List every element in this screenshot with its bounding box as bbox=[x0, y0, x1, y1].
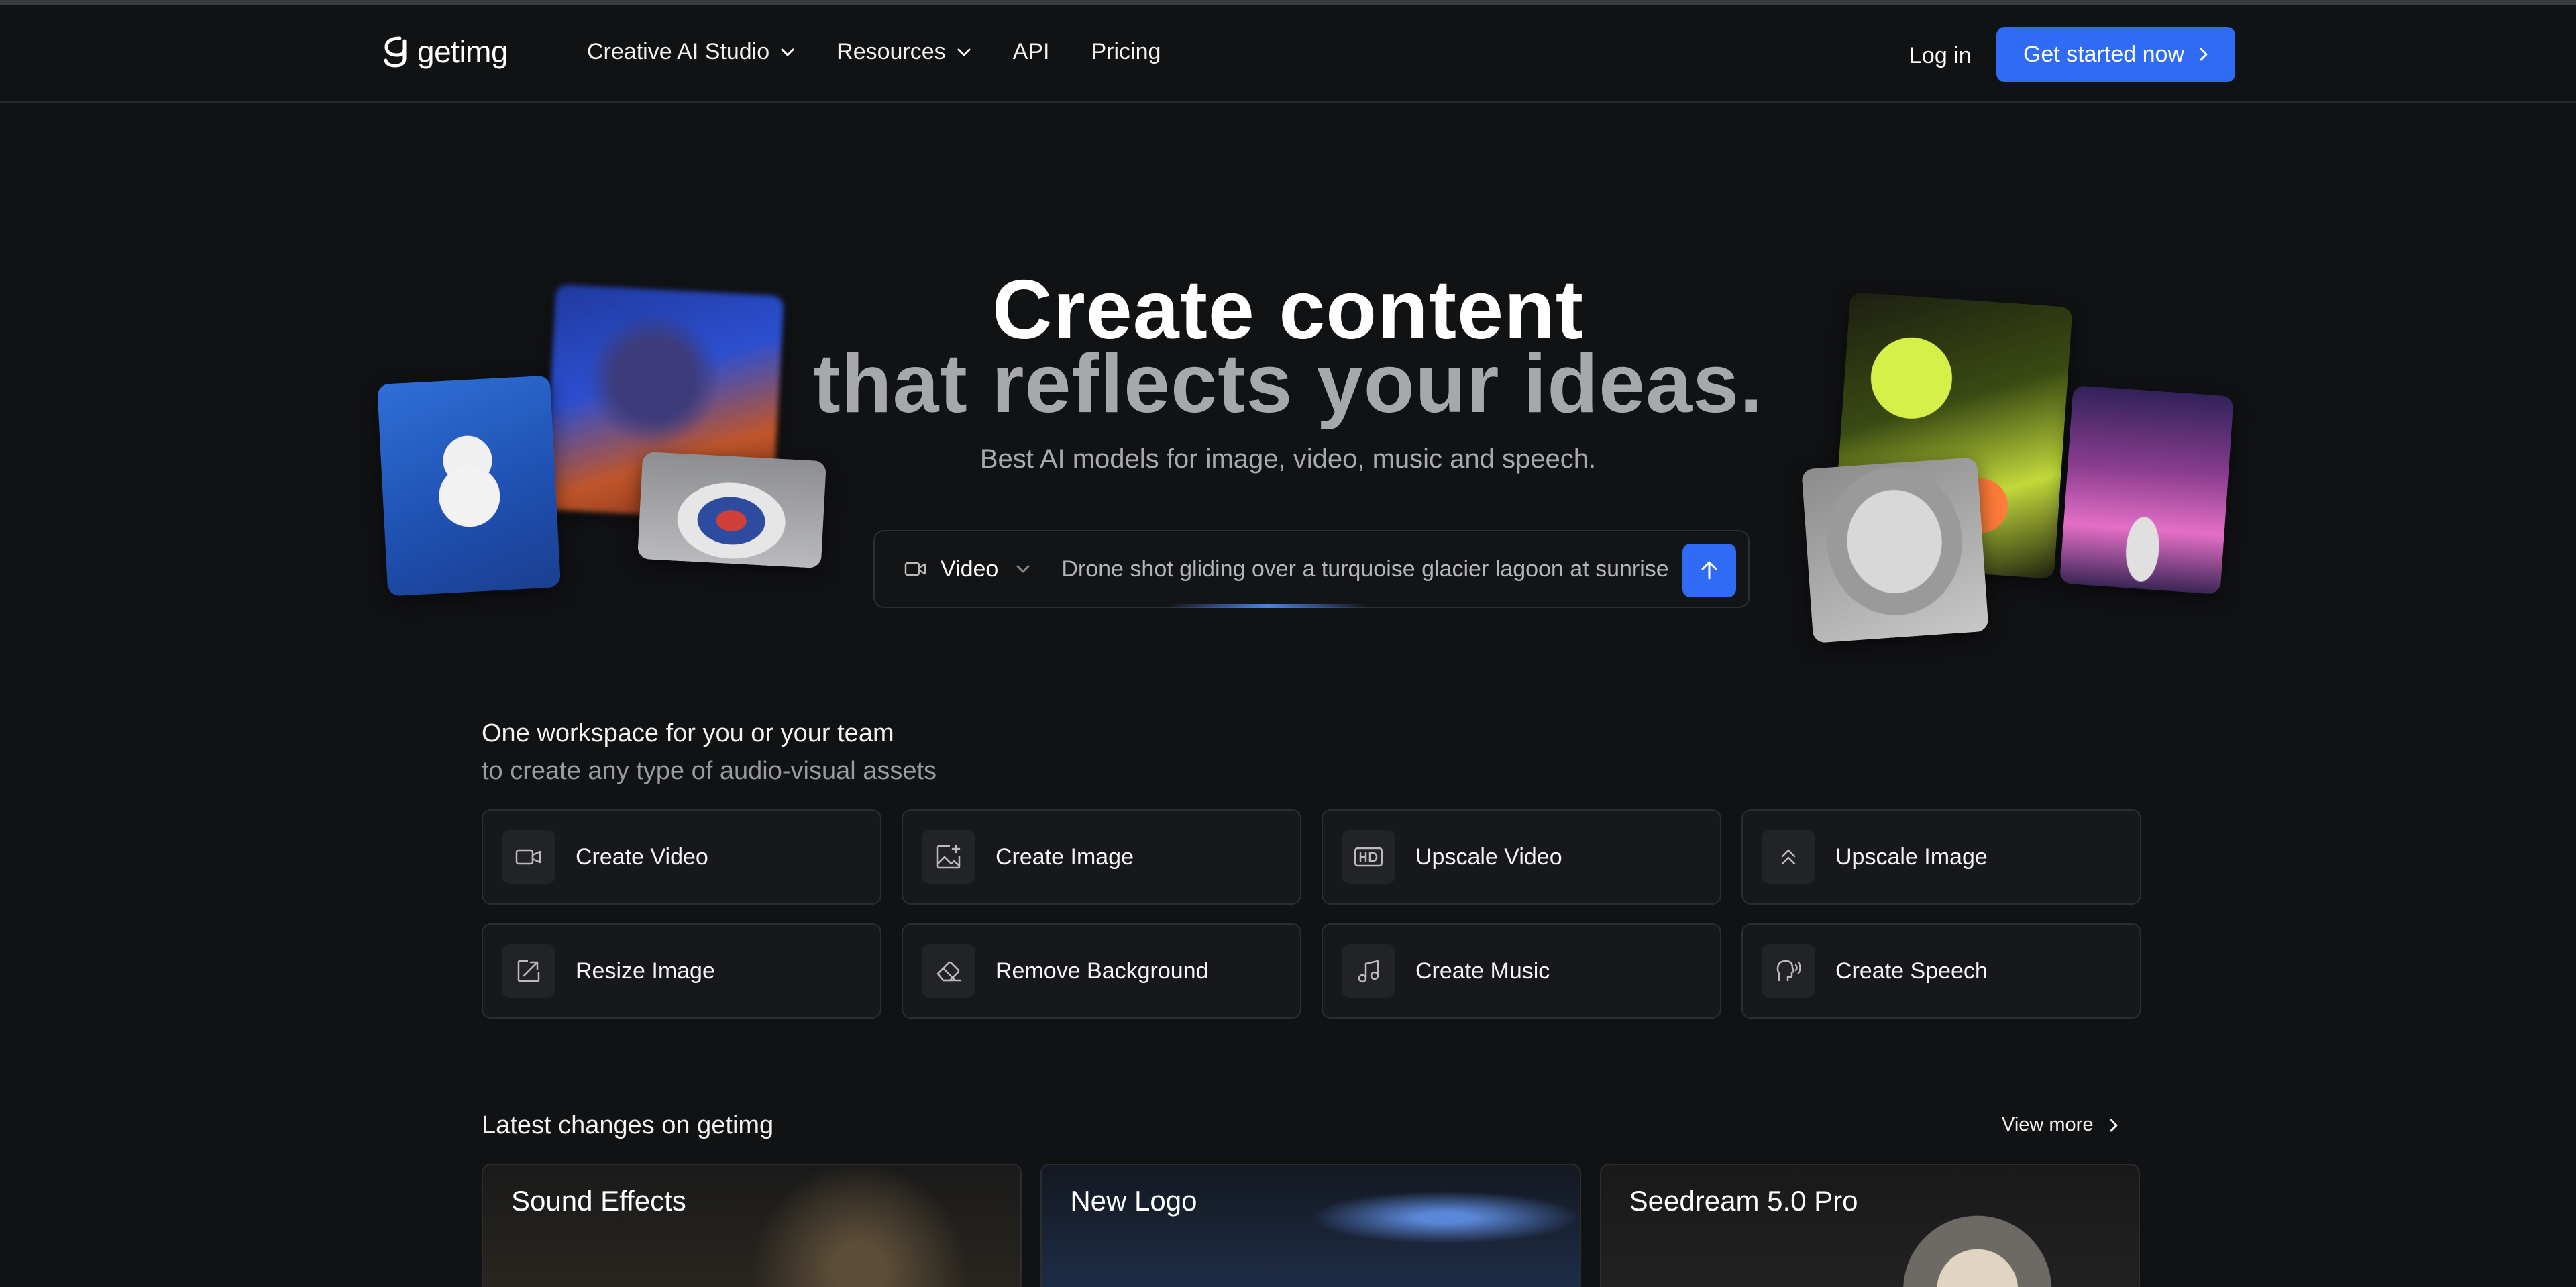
get-started-button[interactable]: Get started now bbox=[1996, 27, 2235, 82]
tool-upscale-image[interactable]: Upscale Image bbox=[1741, 809, 2141, 905]
video-camera-icon bbox=[502, 830, 555, 884]
tool-create-music[interactable]: Create Music bbox=[1322, 923, 1721, 1019]
view-more-link[interactable]: View more bbox=[2002, 1114, 2118, 1136]
image-sparkle-icon bbox=[922, 830, 975, 884]
eraser-icon bbox=[922, 944, 975, 998]
tool-label: Remove Background bbox=[996, 958, 1209, 984]
prompt-bar: Video bbox=[873, 530, 1750, 608]
tool-label: Create Image bbox=[996, 843, 1134, 870]
mode-selector[interactable]: Video bbox=[904, 556, 1030, 582]
tool-upscale-video[interactable]: Upscale Video bbox=[1322, 809, 1721, 905]
nav-link-label: Pricing bbox=[1091, 39, 1161, 64]
hd-icon bbox=[1342, 830, 1395, 884]
tool-remove-background[interactable]: Remove Background bbox=[902, 923, 1301, 1019]
nav-api[interactable]: API bbox=[1013, 39, 1050, 65]
workspace-heading: One workspace for you or your team bbox=[482, 719, 894, 748]
tool-label: Create Speech bbox=[1835, 958, 1988, 984]
tool-create-video[interactable]: Create Video bbox=[482, 809, 881, 905]
nav-resources[interactable]: Resources bbox=[837, 39, 971, 65]
mode-label: Video bbox=[941, 556, 999, 582]
view-more-label: View more bbox=[2002, 1114, 2094, 1135]
nav-link-label: API bbox=[1012, 39, 1050, 64]
video-camera-icon bbox=[904, 562, 926, 576]
nav-creative-ai-studio[interactable]: Creative AI Studio bbox=[587, 39, 795, 65]
prompt-glow bbox=[1167, 604, 1368, 608]
logo[interactable]: getimg bbox=[382, 34, 508, 70]
tool-create-speech[interactable]: Create Speech bbox=[1741, 923, 2141, 1019]
chevron-right-icon bbox=[2110, 1119, 2118, 1131]
chevron-right-icon bbox=[2200, 48, 2208, 61]
latest-card-seedream[interactable]: Seedream 5.0 Pro bbox=[1599, 1164, 2140, 1287]
double-chevron-up-icon bbox=[1762, 830, 1815, 884]
tool-resize-image[interactable]: Resize Image bbox=[482, 923, 881, 1019]
latest-card-sound-effects[interactable]: Sound Effects bbox=[482, 1164, 1022, 1287]
tool-label: Create Music bbox=[1415, 958, 1550, 984]
music-note-icon bbox=[1342, 944, 1395, 998]
nav-links: Creative AI Studio Resources API Pricing bbox=[587, 39, 1202, 65]
get-started-label: Get started now bbox=[2023, 41, 2184, 67]
hero-title-line2: that reflects your ideas. bbox=[812, 338, 1764, 430]
resize-arrow-icon bbox=[502, 944, 555, 998]
send-button[interactable] bbox=[1682, 544, 1736, 597]
workspace-subheading: to create any type of audio-visual asset… bbox=[482, 757, 937, 785]
nav-link-label: Resources bbox=[837, 39, 946, 64]
arrow-up-icon bbox=[1701, 561, 1717, 580]
prompt-input[interactable] bbox=[1061, 549, 1679, 589]
tool-grid: Create Video Create Image Upscale Video … bbox=[482, 809, 2141, 1019]
tool-label: Resize Image bbox=[576, 958, 715, 984]
hero-image-face bbox=[1801, 457, 1989, 644]
latest-title: Latest changes on getimg bbox=[482, 1111, 774, 1139]
latest-card-label: New Logo bbox=[1070, 1185, 1197, 1217]
nav-link-label: Creative AI Studio bbox=[587, 39, 770, 64]
tool-create-image[interactable]: Create Image bbox=[902, 809, 1301, 905]
tool-label: Create Video bbox=[576, 843, 708, 870]
tool-label: Upscale Video bbox=[1415, 843, 1562, 870]
chevron-down-icon bbox=[781, 48, 794, 56]
speech-head-icon bbox=[1762, 944, 1815, 998]
latest-card-label: Seedream 5.0 Pro bbox=[1629, 1185, 1858, 1217]
top-nav: getimg Creative AI Studio Resources API … bbox=[0, 5, 2576, 103]
latest-cards: Sound Effects New Logo Seedream 5.0 Pro bbox=[482, 1164, 2140, 1287]
chevron-down-icon bbox=[957, 48, 971, 56]
browser-top-line bbox=[0, 0, 2576, 5]
login-link[interactable]: Log in bbox=[1909, 43, 1972, 69]
latest-card-label: Sound Effects bbox=[511, 1185, 686, 1217]
hero-subtitle: Best AI models for image, video, music a… bbox=[979, 444, 1597, 474]
nav-pricing[interactable]: Pricing bbox=[1091, 39, 1161, 65]
chevron-down-icon bbox=[1016, 565, 1030, 573]
tool-label: Upscale Image bbox=[1835, 843, 1988, 870]
logo-text: getimg bbox=[417, 34, 508, 69]
logo-mark-icon bbox=[384, 36, 407, 68]
latest-card-new-logo[interactable]: New Logo bbox=[1040, 1164, 1581, 1287]
